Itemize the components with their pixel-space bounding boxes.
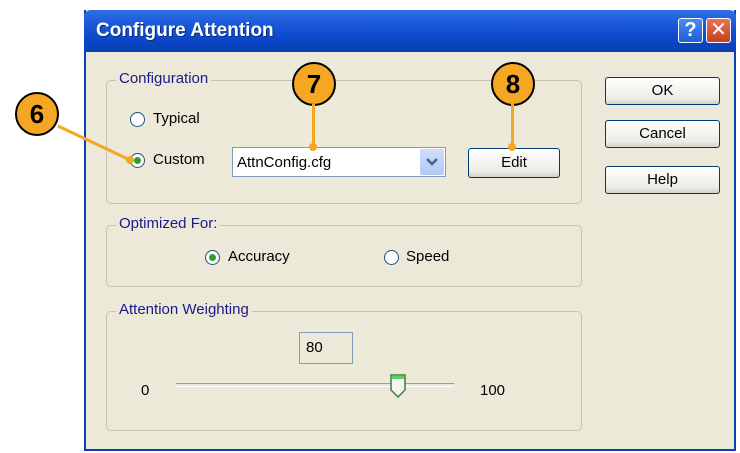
callout-8-pointer	[511, 104, 514, 146]
optimized-for-group-label: Optimized For:	[116, 215, 221, 232]
close-button[interactable]: ✕	[706, 18, 731, 43]
attention-weighting-group-label: Attention Weighting	[116, 301, 252, 318]
help-button[interactable]: Help	[605, 166, 720, 194]
cancel-button[interactable]: Cancel	[605, 120, 720, 148]
weighting-slider-thumb[interactable]	[390, 374, 407, 398]
help-title-button[interactable]: ?	[678, 18, 703, 43]
speed-radio-label[interactable]: Speed	[406, 248, 449, 265]
slider-min-label: 0	[141, 382, 150, 399]
attention-weighting-group	[106, 311, 582, 431]
chevron-down-icon[interactable]	[420, 149, 444, 175]
ok-button[interactable]: OK	[605, 77, 720, 105]
callout-8-dot	[508, 143, 516, 151]
callout-8: 8	[491, 62, 535, 106]
dialog-title: Configure Attention	[96, 20, 274, 41]
accuracy-radio[interactable]	[205, 250, 220, 265]
config-file-dropdown[interactable]: AttnConfig.cfg	[232, 147, 446, 177]
speed-radio[interactable]	[384, 250, 399, 265]
configuration-group-label: Configuration	[116, 70, 212, 87]
callout-7-pointer	[312, 104, 315, 146]
slider-max-label: 100	[480, 382, 506, 399]
edit-button[interactable]: Edit	[468, 148, 560, 178]
weighting-value-field[interactable]: 80	[299, 332, 353, 364]
title-bar[interactable]: Configure Attention ? ✕	[84, 10, 736, 52]
custom-radio-label[interactable]: Custom	[153, 151, 205, 168]
optimized-for-group	[106, 225, 582, 287]
typical-radio-label[interactable]: Typical	[153, 110, 200, 127]
callout-6-pointer	[57, 124, 134, 164]
config-file-value: AttnConfig.cfg	[237, 154, 332, 171]
callout-7-dot	[309, 143, 317, 151]
accuracy-radio-label[interactable]: Accuracy	[228, 248, 290, 265]
weighting-value: 80	[306, 339, 323, 356]
weighting-slider-track[interactable]	[176, 383, 454, 387]
callout-7: 7	[292, 62, 336, 106]
